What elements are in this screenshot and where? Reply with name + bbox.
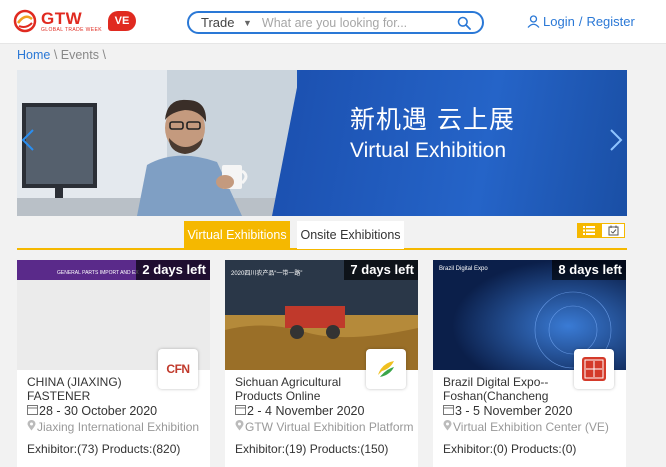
- ve-badge: VE: [107, 11, 136, 31]
- search-input[interactable]: [261, 15, 454, 30]
- exhibitor-logo[interactable]: CFN: [158, 349, 198, 389]
- tab-virtual-exhibitions[interactable]: Virtual Exhibitions: [184, 221, 290, 249]
- card-title[interactable]: CHINA (JIAXING) FASTENER: [27, 375, 155, 403]
- leaf-logo-icon: [378, 361, 394, 377]
- days-left-badge: 2 days left: [136, 260, 210, 280]
- search-category-select[interactable]: Trade: [189, 15, 237, 30]
- banner-title-en: Virtual Exhibition: [350, 139, 507, 162]
- card-title[interactable]: Sichuan Agricultural Products Online: [235, 375, 363, 403]
- logo-text: CFN: [166, 362, 190, 376]
- globe-logo-icon: [13, 9, 37, 33]
- login-link[interactable]: Login: [543, 14, 575, 29]
- top-header: GTW GLOBAL TRADE WEEK VE Trade ▼ Login /…: [0, 0, 666, 44]
- card-date-text: 28 - 30 October 2020: [39, 404, 158, 418]
- banner-title-cn: 新机遇 云上展: [350, 105, 515, 134]
- exhibition-tabs: Virtual Exhibitions Onsite Exhibitions: [0, 221, 666, 250]
- gtw-logo[interactable]: GTW GLOBAL TRADE WEEK VE: [13, 9, 136, 33]
- caret-down-icon[interactable]: ▼: [243, 18, 252, 28]
- card-image-caption: Brazil Digital Expo: [439, 266, 488, 272]
- card-venue-text: Virtual Exhibition Center (VE): [453, 420, 609, 434]
- card-image-caption: 2020四川农产品“一带一路”: [231, 271, 303, 277]
- card-image-caption: GENERAL PARTS IMPORT AND EX: [57, 270, 139, 276]
- location-pin-icon: [443, 420, 452, 434]
- auth-separator: /: [578, 14, 583, 29]
- exhibition-card[interactable]: GENERAL PARTS IMPORT AND EX 2 days left …: [17, 260, 210, 467]
- location-pin-icon: [235, 420, 244, 434]
- search-icon[interactable]: [454, 13, 474, 32]
- card-venue: Virtual Exhibition Center (VE): [443, 420, 609, 434]
- card-venue-text: Jiaxing International Exhibition: [37, 420, 200, 434]
- card-venue-text: GTW Virtual Exhibition Platform: [245, 420, 414, 434]
- card-venue: Jiaxing International Exhibition: [27, 420, 199, 434]
- breadcrumb-events[interactable]: Events: [61, 48, 99, 62]
- calendar-view-icon[interactable]: [601, 223, 625, 238]
- card-date: 3 - 5 November 2020: [443, 404, 572, 418]
- logo-subtext: GLOBAL TRADE WEEK: [41, 26, 102, 33]
- calendar-icon: [443, 404, 454, 418]
- tab-onsite-exhibitions[interactable]: Onsite Exhibitions: [297, 221, 404, 249]
- breadcrumb-separator-end: \: [98, 48, 106, 62]
- exhibition-card[interactable]: Brazil Digital Expo 8 days left Brazil D…: [433, 260, 626, 467]
- days-left-badge: 8 days left: [552, 260, 626, 280]
- calendar-icon: [27, 404, 38, 418]
- card-date: 28 - 30 October 2020: [27, 404, 157, 418]
- days-left-badge: 7 days left: [344, 260, 418, 280]
- card-date-text: 2 - 4 November 2020: [247, 404, 365, 418]
- location-pin-icon: [27, 420, 36, 434]
- list-view-icon[interactable]: [577, 223, 601, 238]
- card-stats: Exhibitor:(0) Products:(0): [443, 442, 577, 456]
- card-date-text: 3 - 5 November 2020: [455, 404, 573, 418]
- user-icon: [527, 15, 540, 28]
- exhibitor-logo[interactable]: [574, 349, 614, 389]
- card-title[interactable]: Brazil Digital Expo--Foshan(Chancheng: [443, 375, 571, 403]
- view-toggle: [577, 223, 625, 238]
- chevron-right-icon[interactable]: [609, 128, 623, 158]
- chevron-left-icon[interactable]: [21, 128, 35, 158]
- card-stats: Exhibitor:(19) Products:(150): [235, 442, 389, 456]
- card-stats: Exhibitor:(73) Products:(820): [27, 442, 181, 456]
- auth-links: Login / Register: [527, 14, 635, 29]
- breadcrumb-home[interactable]: Home: [17, 48, 50, 62]
- banner-photo: [17, 70, 297, 216]
- exhibition-card[interactable]: 2020四川农产品“一带一路” 7 days left Sichuan Agri…: [225, 260, 418, 467]
- logo-text: GTW: [41, 8, 83, 28]
- card-date: 2 - 4 November 2020: [235, 404, 364, 418]
- breadcrumb: Home \ Events \: [17, 48, 106, 62]
- seal-logo-icon: [582, 357, 606, 381]
- calendar-icon: [235, 404, 246, 418]
- hero-banner[interactable]: 新机遇 云上展 Virtual Exhibition: [17, 70, 627, 216]
- search-bar: Trade ▼: [187, 11, 484, 34]
- register-link[interactable]: Register: [586, 14, 634, 29]
- exhibitor-logo[interactable]: [366, 349, 406, 389]
- card-venue: GTW Virtual Exhibition Platform: [235, 420, 414, 434]
- breadcrumb-separator: \: [50, 48, 61, 62]
